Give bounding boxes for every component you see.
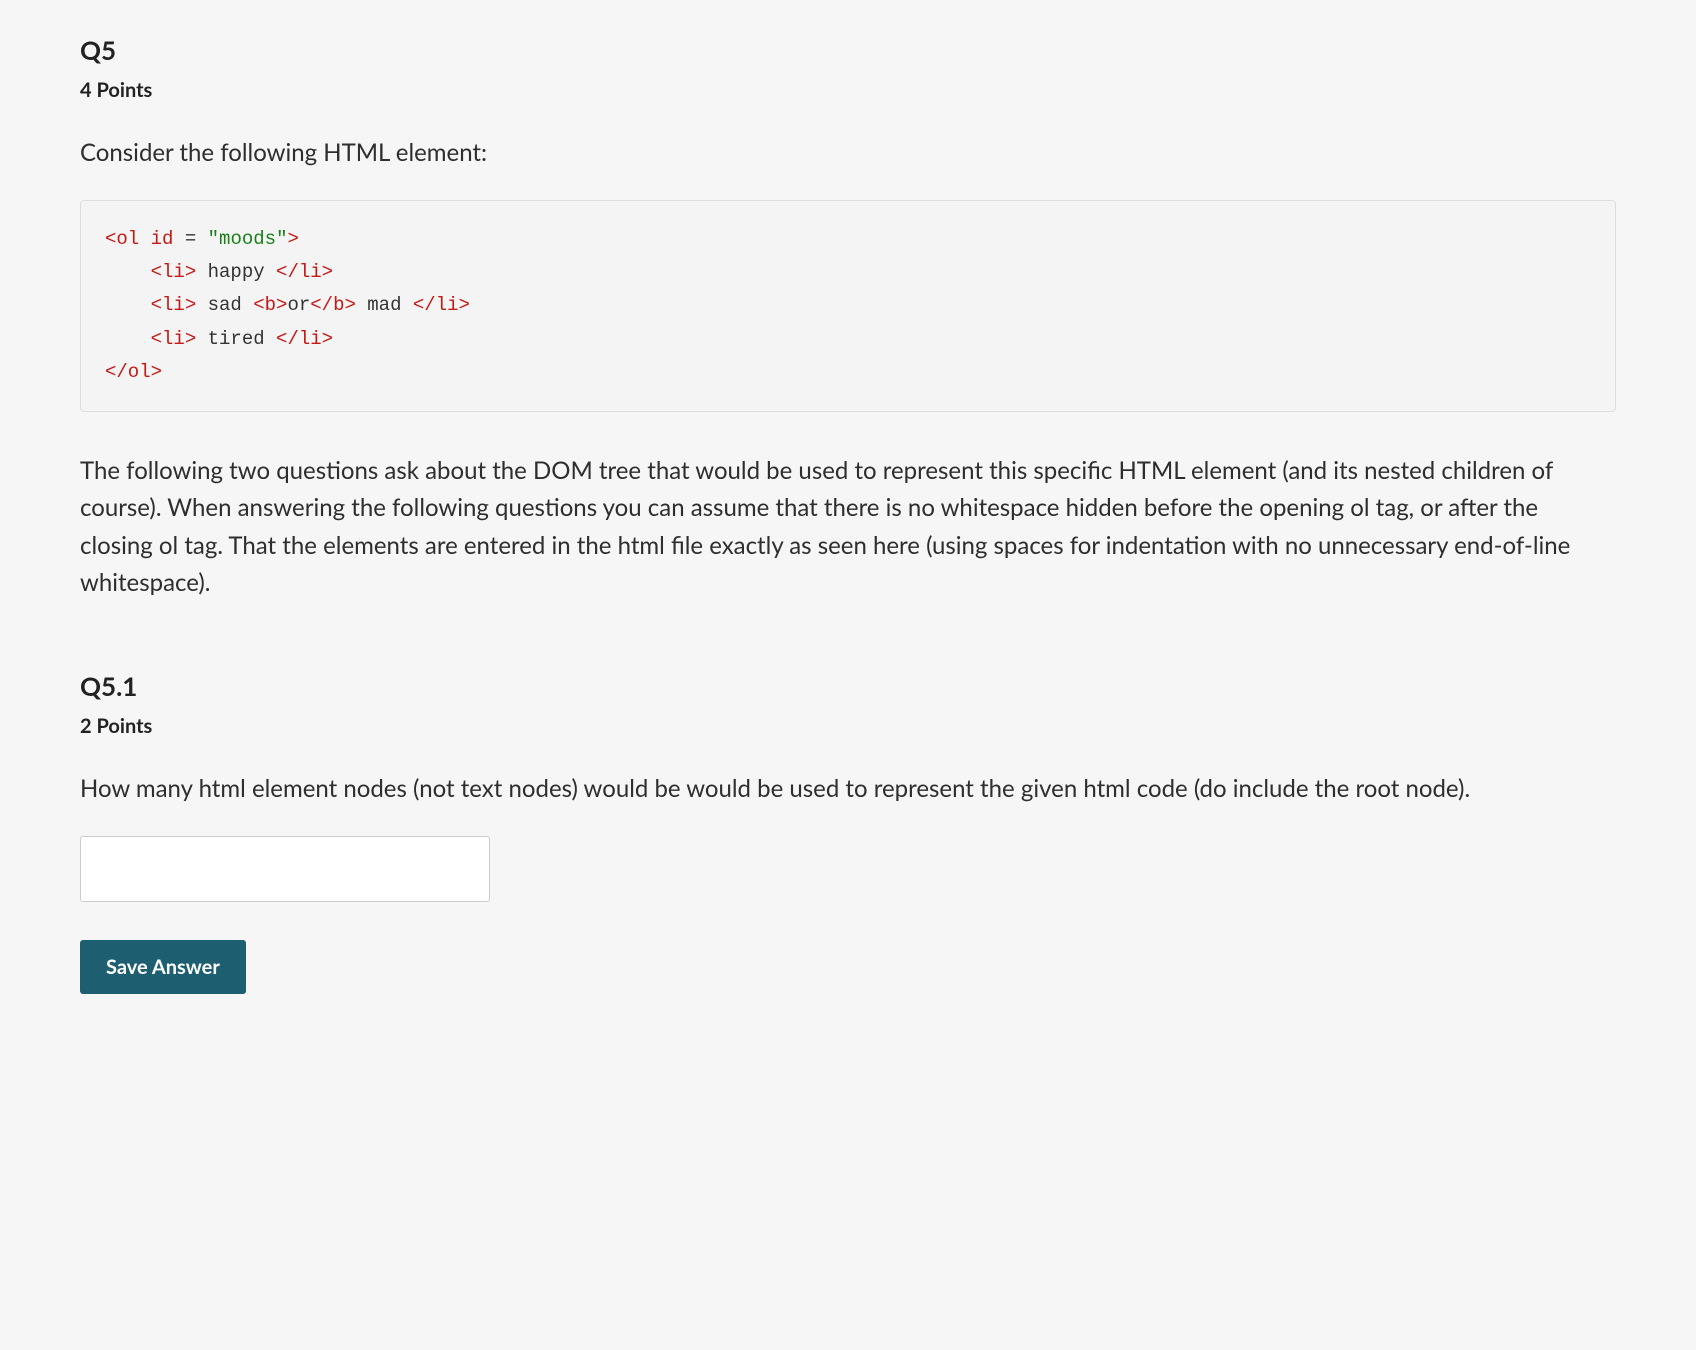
subquestion-points: 2 Points	[80, 710, 1616, 742]
code-token: tired	[196, 328, 276, 350]
code-token: </li>	[276, 328, 333, 350]
save-answer-button[interactable]: Save Answer	[80, 940, 246, 994]
code-token: >	[287, 228, 298, 250]
code-block: <ol id = "moods"> <li> happy </li> <li> …	[80, 200, 1616, 412]
question-points: 4 Points	[80, 74, 1616, 106]
code-token: </b>	[310, 294, 356, 316]
code-token: </li>	[413, 294, 470, 316]
code-token: "moods"	[208, 228, 288, 250]
code-token: =	[173, 228, 207, 250]
code-token	[105, 294, 151, 316]
code-token: <b>	[253, 294, 287, 316]
subquestion-header: Q5.1 2 Points	[80, 666, 1616, 742]
question-body: The following two questions ask about th…	[80, 452, 1616, 601]
sub-question: Q5.1 2 Points How many html element node…	[80, 666, 1616, 994]
question-number: Q5	[80, 30, 1616, 72]
code-token: or	[287, 294, 310, 316]
code-token: </ol>	[105, 361, 162, 383]
code-token: </li>	[276, 261, 333, 283]
code-token	[105, 261, 151, 283]
subquestion-number: Q5.1	[80, 666, 1616, 708]
code-token: happy	[196, 261, 276, 283]
subquestion-prompt: How many html element nodes (not text no…	[80, 770, 1616, 808]
code-token: <li>	[151, 261, 197, 283]
code-token: mad	[356, 294, 413, 316]
code-token: <li>	[151, 328, 197, 350]
code-token	[105, 328, 151, 350]
code-token: <ol	[105, 228, 139, 250]
question-prompt: Consider the following HTML element:	[80, 134, 1616, 172]
question-header: Q5 4 Points	[80, 30, 1616, 106]
code-token: id	[139, 228, 173, 250]
code-token: sad	[196, 294, 253, 316]
answer-input[interactable]	[80, 836, 490, 902]
code-token: <li>	[151, 294, 197, 316]
